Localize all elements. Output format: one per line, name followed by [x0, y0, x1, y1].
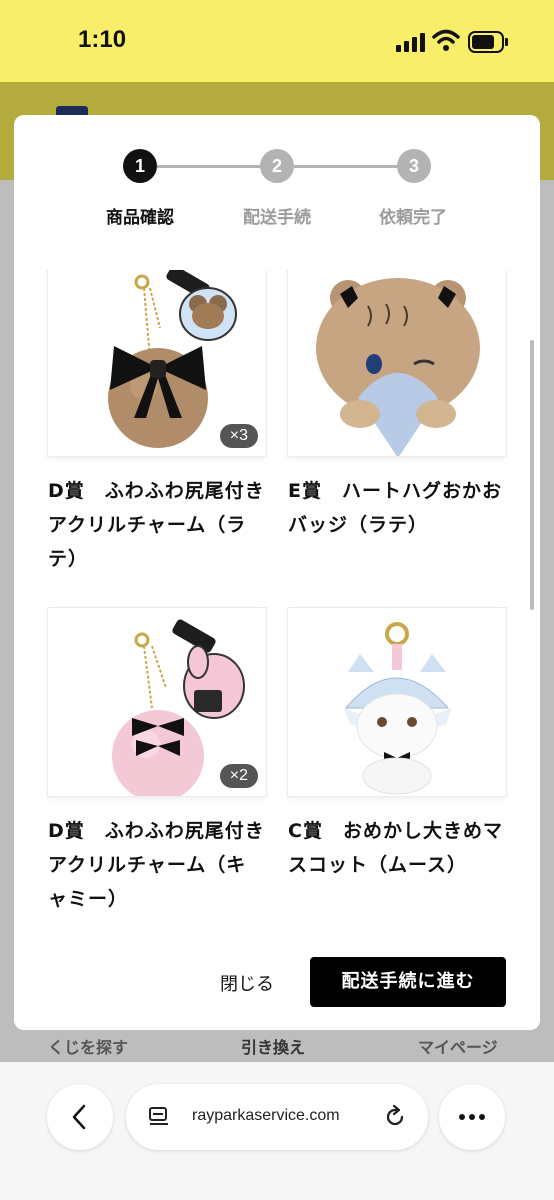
step-2-label: 配送手続	[243, 208, 311, 228]
item-title: D賞 ふわふわ尻尾付きアクリルチャーム（キャミー）	[48, 820, 265, 910]
address-bar[interactable]: rayparkaservice.com	[126, 1084, 428, 1150]
item-list[interactable]: ×3 D賞 ふわふわ尻尾付きアクリルチャーム（ラテ） E賞 ハートハグおかおバッ…	[14, 270, 540, 950]
step-2-indicator: 2	[260, 149, 294, 183]
badge-brown-image	[316, 278, 480, 456]
nav-item-search-lottery: くじを探す	[48, 1038, 129, 1057]
product-image: ×2	[48, 608, 266, 796]
list-item[interactable]: ×3 D賞 ふわふわ尻尾付きアクリルチャーム（ラテ）	[48, 270, 266, 576]
list-item[interactable]: ×2 D賞 ふわふわ尻尾付きアクリルチャーム（キャミー）	[48, 608, 266, 916]
more-options-button[interactable]	[439, 1084, 505, 1150]
product-image	[288, 608, 506, 796]
step-3-indicator: 3	[397, 149, 431, 183]
proceed-to-shipping-button[interactable]: 配送手続に進む	[310, 957, 506, 1007]
browser-toolbar: rayparkaservice.com	[0, 1062, 554, 1200]
step-1-label: 商品確認	[106, 208, 174, 228]
page-menu-icon[interactable]	[148, 1106, 172, 1128]
list-item[interactable]: E賞 ハートハグおかおバッジ（ラテ）	[288, 270, 506, 542]
quantity-badge: ×2	[219, 764, 258, 788]
product-image: ×3	[48, 270, 266, 456]
list-item[interactable]: C賞 おめかし大きめマスコット（ムース）	[288, 608, 506, 882]
battery-icon	[468, 31, 508, 53]
close-button[interactable]: 閉じる	[214, 969, 280, 997]
url-text: rayparkaservice.com	[192, 1107, 340, 1124]
more-dots-icon	[459, 1114, 485, 1120]
background-bottom-nav: くじを探す 引き換え マイページ	[0, 1030, 554, 1062]
wifi-icon	[432, 29, 460, 51]
item-title: D賞 ふわふわ尻尾付きアクリルチャーム（ラテ）	[48, 480, 265, 570]
nav-item-exchange: 引き換え	[241, 1038, 306, 1057]
cellular-signal-icon	[396, 33, 425, 52]
step-connector	[157, 165, 262, 168]
back-button[interactable]	[47, 1084, 113, 1150]
clock: 1:10	[78, 26, 127, 53]
nav-item-mypage: マイページ	[418, 1038, 498, 1057]
status-bar: 1:10	[0, 0, 554, 82]
item-title: C賞 おめかし大きめマスコット（ムース）	[288, 820, 503, 876]
chevron-left-icon	[72, 1104, 86, 1130]
product-image	[288, 270, 506, 456]
modal-footer: 閉じる 配送手続に進む	[14, 955, 540, 1015]
step-3-label: 依頼完了	[379, 208, 447, 228]
reload-icon[interactable]	[382, 1104, 408, 1130]
step-connector	[294, 165, 400, 168]
scrollbar[interactable]	[530, 340, 534, 610]
confirm-items-modal: 1 2 3 商品確認 配送手続 依頼完了 ×3 D賞 ふわふわ尻尾付きアクリルチ…	[14, 115, 540, 1030]
mascot-white-image	[344, 622, 452, 795]
item-title: E賞 ハートハグおかおバッジ（ラテ）	[288, 480, 502, 536]
step-1-indicator: 1	[123, 149, 157, 183]
quantity-badge: ×3	[219, 424, 258, 448]
